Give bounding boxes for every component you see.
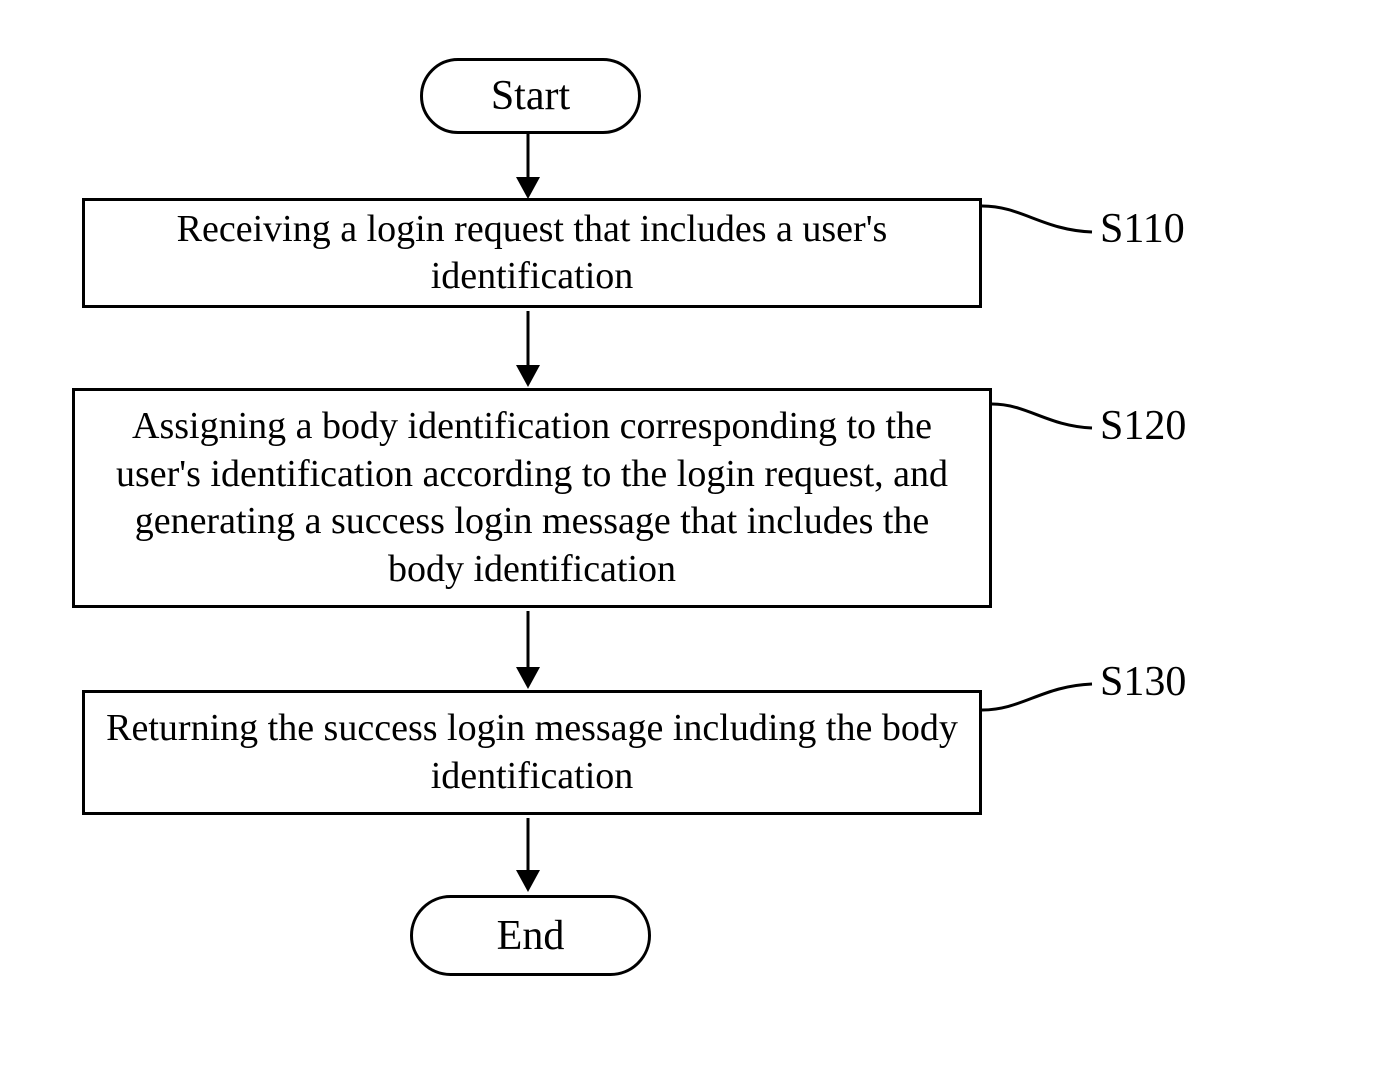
flowchart-canvas: Start Receiving a login request that inc…: [0, 0, 1392, 1087]
label-s130: S130: [1100, 658, 1186, 706]
start-terminator: Start: [420, 58, 641, 134]
leader-s120: [992, 400, 1102, 450]
leader-s130: [982, 680, 1102, 730]
end-terminator: End: [410, 895, 651, 976]
arrow-s120-to-s130: [520, 611, 540, 693]
arrow-s110-to-s120: [520, 311, 540, 391]
label-s110: S110: [1100, 205, 1185, 253]
end-label: End: [497, 912, 565, 960]
process-s120: Assigning a body identification correspo…: [72, 388, 992, 608]
leader-s110: [982, 200, 1102, 260]
process-s130-text: Returning the success login message incl…: [105, 705, 959, 800]
process-s110-text: Receiving a login request that includes …: [105, 206, 959, 301]
arrow-start-to-s110: [520, 131, 540, 201]
arrow-s130-to-end: [520, 818, 540, 898]
process-s130: Returning the success login message incl…: [82, 690, 982, 815]
process-s110: Receiving a login request that includes …: [82, 198, 982, 308]
label-s120: S120: [1100, 402, 1186, 450]
start-label: Start: [491, 72, 570, 120]
process-s120-text: Assigning a body identification correspo…: [95, 403, 969, 593]
